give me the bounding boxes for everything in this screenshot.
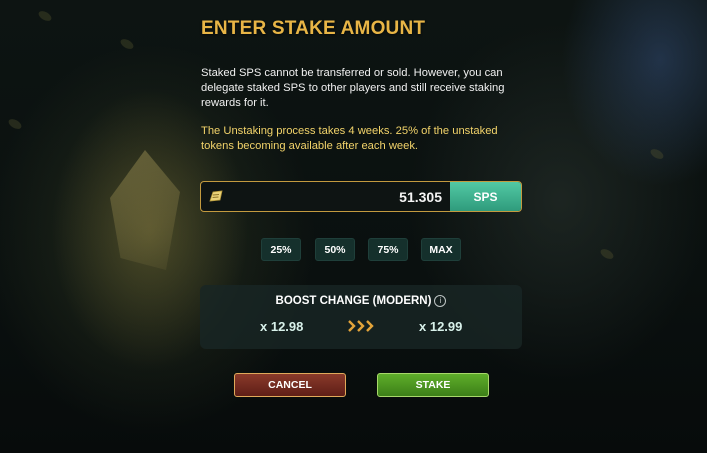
percent-75-button[interactable]: 75%	[368, 238, 408, 261]
stake-button[interactable]: STAKE	[377, 373, 489, 397]
triple-chevron-right-icon	[348, 320, 376, 332]
percent-50-button[interactable]: 50%	[315, 238, 355, 261]
sps-unit-badge: SPS	[450, 182, 521, 211]
dialog-title: ENTER STAKE AMOUNT	[201, 18, 426, 39]
percent-25-button[interactable]: 25%	[261, 238, 301, 261]
background-leaf	[118, 37, 136, 51]
background-crystal	[110, 150, 180, 270]
info-icon[interactable]: i	[434, 295, 447, 307]
dialog-description: Staked SPS cannot be transferred or sold…	[201, 67, 505, 109]
max-button[interactable]: MAX	[421, 238, 461, 261]
background-leaf	[6, 117, 24, 131]
boost-change-panel: BOOST CHANGE (MODERN) i x 12.98 x 12.99	[200, 285, 522, 349]
background-leaf	[648, 147, 666, 161]
boost-to-value: x 12.99	[419, 319, 463, 334]
boost-change-title: BOOST CHANGE (MODERN) i	[200, 295, 522, 307]
stake-dialog: ENTER STAKE AMOUNT Staked SPS cannot be …	[0, 0, 707, 453]
background-leaf	[36, 9, 54, 23]
stake-amount-field: SPS	[200, 181, 522, 212]
boost-from-value: x 12.98	[260, 319, 304, 334]
unstaking-warning: The Unstaking process takes 4 weeks. 25%…	[201, 125, 498, 152]
sps-token-icon	[201, 182, 231, 211]
background-leaf	[598, 247, 616, 261]
cancel-button[interactable]: CANCEL	[234, 373, 346, 397]
stake-amount-input[interactable]	[231, 182, 450, 211]
boost-change-label: BOOST CHANGE (MODERN)	[275, 295, 432, 307]
